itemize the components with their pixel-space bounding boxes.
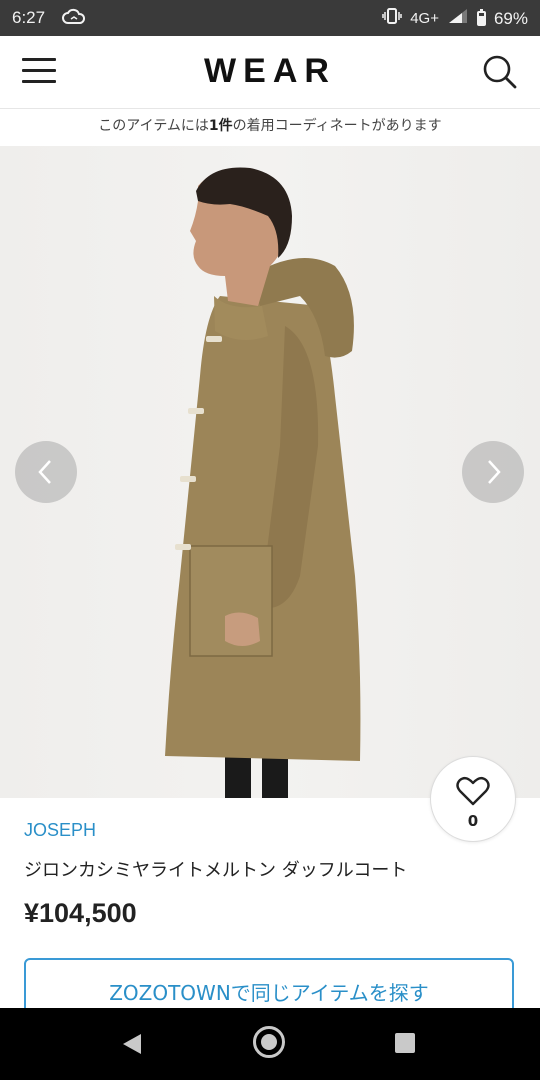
status-time: 6:27 (12, 8, 46, 27)
recents-icon[interactable] (395, 1033, 415, 1053)
battery-percent: 69% (493, 8, 528, 28)
next-image-button[interactable] (462, 441, 524, 503)
product-image[interactable] (0, 146, 540, 798)
notice-prefix: このアイテムには (98, 118, 209, 134)
app-header: WEAR (0, 36, 540, 109)
favorite-count: 0 (467, 812, 479, 830)
brand-link[interactable]: JOSEPH (24, 820, 96, 841)
coordinate-notice[interactable]: このアイテムには1件の着用コーディネートがあります (0, 109, 540, 145)
product-name: ジロンカシミヤライトメルトン ダッフルコート (24, 860, 408, 881)
system-nav-bar (0, 1008, 540, 1080)
favorite-button[interactable]: 0 (430, 756, 516, 842)
home-icon[interactable] (253, 1026, 285, 1058)
chevron-right-icon (488, 460, 501, 484)
notice-count: 1件 (208, 118, 233, 134)
product-price: ¥104,500 (24, 898, 137, 928)
wear-logo[interactable]: WEAR (0, 52, 540, 91)
back-icon[interactable] (121, 1032, 143, 1056)
chevron-left-icon (38, 460, 51, 484)
signal-icon (447, 8, 469, 29)
search-icon[interactable] (482, 54, 518, 90)
cloud-notification-icon (62, 8, 86, 31)
battery-icon (476, 9, 486, 26)
vibrate-icon (382, 8, 402, 29)
network-type: 4G+ (410, 10, 439, 27)
notice-suffix: の着用コーディネートがあります (232, 118, 442, 134)
status-bar: 6:27 4G+ 69% (0, 0, 540, 36)
heart-icon (456, 776, 490, 806)
status-icons: 4G+ 69% (382, 8, 528, 29)
model-in-coat-photo (165, 167, 361, 798)
previous-image-button[interactable] (15, 441, 77, 503)
